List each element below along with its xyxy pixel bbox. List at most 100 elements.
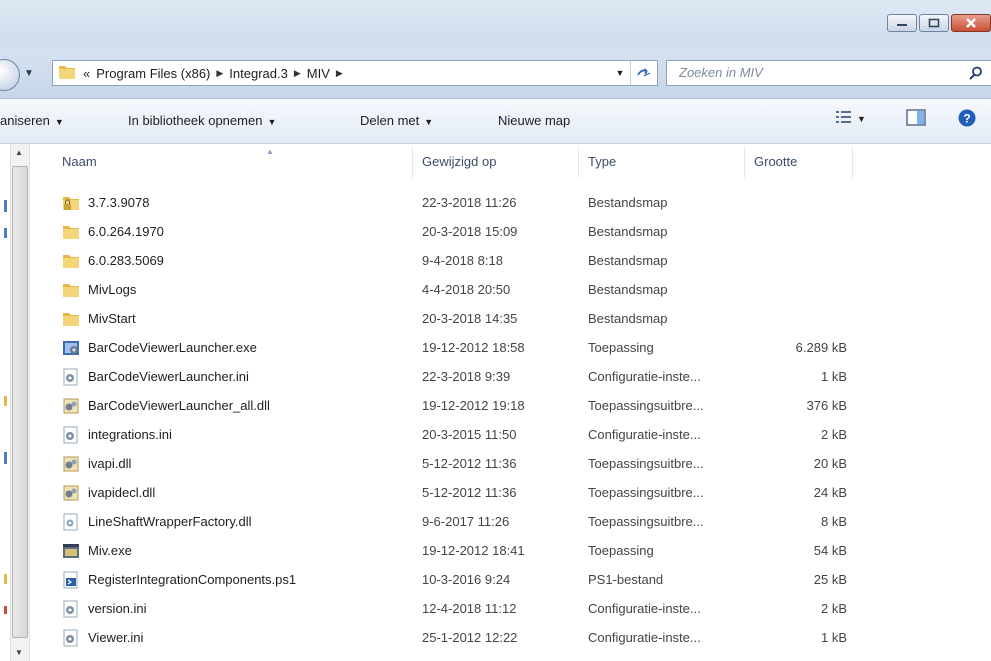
column-name[interactable]: Naam (62, 154, 97, 169)
refresh-button[interactable] (630, 61, 657, 85)
maximize-button[interactable] (919, 14, 949, 32)
file-modified: 9-6-2017 11:26 (422, 514, 510, 529)
breadcrumb-arrow-icon[interactable]: ▶ (216, 68, 223, 79)
chevron-down-icon: ▼ (857, 114, 866, 124)
chevron-down-icon: ▼ (424, 117, 434, 127)
file-modified: 9-4-2018 8:18 (422, 253, 503, 268)
list-item[interactable]: version.ini 12-4-2018 11:12 Configuratie… (34, 595, 991, 624)
column-modified[interactable]: Gewijzigd op (422, 154, 496, 169)
breadcrumb-arrow-icon[interactable]: ▶ (294, 68, 301, 79)
file-size: 25 kB (813, 572, 847, 587)
list-item[interactable]: ivapidecl.dll 5-12-2012 11:36 Toepassing… (34, 479, 991, 508)
file-modified: 4-4-2018 20:50 (422, 282, 511, 297)
file-size: 376 kB (806, 398, 847, 413)
scrollbar-thumb[interactable] (12, 166, 28, 638)
config-file-icon (62, 629, 80, 647)
dll-icon (62, 397, 80, 415)
file-name: Viewer.ini (88, 630, 144, 645)
recent-pages-dropdown[interactable]: ▼ (24, 68, 34, 79)
list-item[interactable]: integrations.ini 20-3-2015 11:50 Configu… (34, 421, 991, 450)
close-icon (966, 18, 976, 28)
file-modified: 5-12-2012 11:36 (422, 456, 517, 471)
title-bar (0, 0, 991, 48)
scroll-up-icon[interactable]: ▲ (15, 148, 23, 157)
file-name: ivapi.dll (88, 456, 132, 471)
organize-label: aniseren (0, 113, 50, 128)
minimize-button[interactable] (887, 14, 917, 32)
dll-icon (62, 484, 80, 502)
view-list-icon (836, 111, 851, 123)
list-item[interactable]: Viewer.ini 25-1-2012 12:22 Configuratie-… (34, 624, 991, 653)
file-name: MivLogs (88, 282, 137, 297)
list-item[interactable]: 3.7.3.9078 22-3-2018 11:26 Bestandsmap (34, 189, 991, 218)
file-size: 20 kB (813, 456, 847, 471)
list-item[interactable]: ivapi.dll 5-12-2012 11:36 Toepassingsuit… (34, 450, 991, 479)
file-modified: 25-1-2012 12:22 (422, 630, 518, 645)
help-button[interactable]: ? (958, 109, 976, 130)
list-item[interactable]: MivStart 20-3-2018 14:35 Bestandsmap (34, 305, 991, 334)
list-item[interactable]: LineShaftWrapperFactory.dll 9-6-2017 11:… (34, 508, 991, 537)
file-size: 1 kB (820, 369, 847, 384)
search-icon[interactable] (969, 61, 983, 88)
overflow-chevron-icon[interactable]: « (83, 66, 90, 81)
file-name: version.ini (88, 601, 147, 616)
list-item[interactable]: BarCodeViewerLauncher.ini 22-3-2018 9:39… (34, 363, 991, 392)
address-bar[interactable]: « Program Files (x86) ▶ Integrad.3 ▶ MIV… (52, 60, 658, 86)
file-name: Miv.exe (88, 543, 132, 558)
navigation-scrollbar[interactable]: ▲ ▼ (10, 144, 30, 661)
list-item[interactable]: 6.0.283.5069 9-4-2018 8:18 Bestandsmap (34, 247, 991, 276)
file-name: RegisterIntegrationComponents.ps1 (88, 572, 297, 587)
include-library-label: In bibliotheek opnemen (128, 113, 263, 128)
close-button[interactable] (951, 14, 991, 32)
file-name: 6.0.283.5069 (88, 253, 164, 268)
file-type: Bestandsmap (588, 253, 668, 268)
breadcrumb-program-files[interactable]: Program Files (x86) (96, 66, 210, 81)
file-name: 6.0.264.1970 (88, 224, 164, 239)
window-controls (887, 14, 991, 32)
list-item[interactable]: MivLogs 4-4-2018 20:50 Bestandsmap (34, 276, 991, 305)
file-type: Toepassingsuitbre... (588, 514, 704, 529)
column-size[interactable]: Grootte (754, 154, 797, 169)
list-item[interactable]: BarCodeViewerLauncher.exe 19-12-2012 18:… (34, 334, 991, 363)
include-in-library-menu[interactable]: In bibliotheek opnemen ▼ (128, 113, 276, 128)
file-list: 3.7.3.9078 22-3-2018 11:26 Bestandsmap 6… (34, 189, 991, 653)
file-size: 8 kB (820, 514, 847, 529)
address-history-dropdown[interactable]: ▼ (610, 68, 630, 78)
file-modified: 22-3-2018 11:26 (422, 195, 517, 210)
view-options-button[interactable]: ▼ (836, 110, 866, 127)
file-type: Bestandsmap (588, 311, 668, 326)
new-folder-button[interactable]: Nieuwe map (498, 113, 570, 128)
file-name: BarCodeViewerLauncher.exe (88, 340, 257, 355)
folder-icon (59, 64, 75, 82)
file-size: 2 kB (820, 601, 847, 616)
file-name: 3.7.3.9078 (88, 195, 150, 210)
preview-pane-icon (906, 109, 926, 126)
column-type[interactable]: Type (588, 154, 616, 169)
minimize-icon (897, 24, 907, 26)
breadcrumb-miv[interactable]: MIV (307, 66, 330, 81)
list-item[interactable]: BarCodeViewerLauncher_all.dll 19-12-2012… (34, 392, 991, 421)
command-bar: aniseren ▼ In bibliotheek opnemen ▼ Delen … (0, 99, 991, 144)
folder-icon (62, 223, 80, 241)
app-window-icon (62, 542, 80, 560)
help-icon: ? (958, 109, 976, 127)
dll-icon (62, 455, 80, 473)
back-button[interactable] (0, 59, 20, 91)
search-input[interactable]: Zoeken in MIV (666, 60, 991, 86)
breadcrumb-arrow-icon[interactable]: ▶ (336, 68, 343, 79)
file-modified: 12-4-2018 11:12 (422, 601, 517, 616)
file-type: Bestandsmap (588, 224, 668, 239)
list-item[interactable]: Miv.exe 19-12-2012 18:41 Toepassing 54 k… (34, 537, 991, 566)
file-type: Configuratie-inste... (588, 630, 701, 645)
share-with-menu[interactable]: Delen met ▼ (360, 113, 433, 128)
file-type: Toepassing (588, 340, 654, 355)
organize-menu[interactable]: aniseren ▼ (0, 113, 64, 128)
preview-pane-button[interactable] (906, 109, 926, 129)
breadcrumb-integrad[interactable]: Integrad.3 (229, 66, 288, 81)
list-item[interactable]: RegisterIntegrationComponents.ps1 10-3-2… (34, 566, 991, 595)
scroll-down-icon[interactable]: ▼ (15, 648, 23, 657)
file-size: 6.289 kB (795, 340, 847, 355)
powershell-script-icon (62, 571, 80, 589)
list-item[interactable]: 6.0.264.1970 20-3-2018 15:09 Bestandsmap (34, 218, 991, 247)
file-type: Bestandsmap (588, 282, 668, 297)
